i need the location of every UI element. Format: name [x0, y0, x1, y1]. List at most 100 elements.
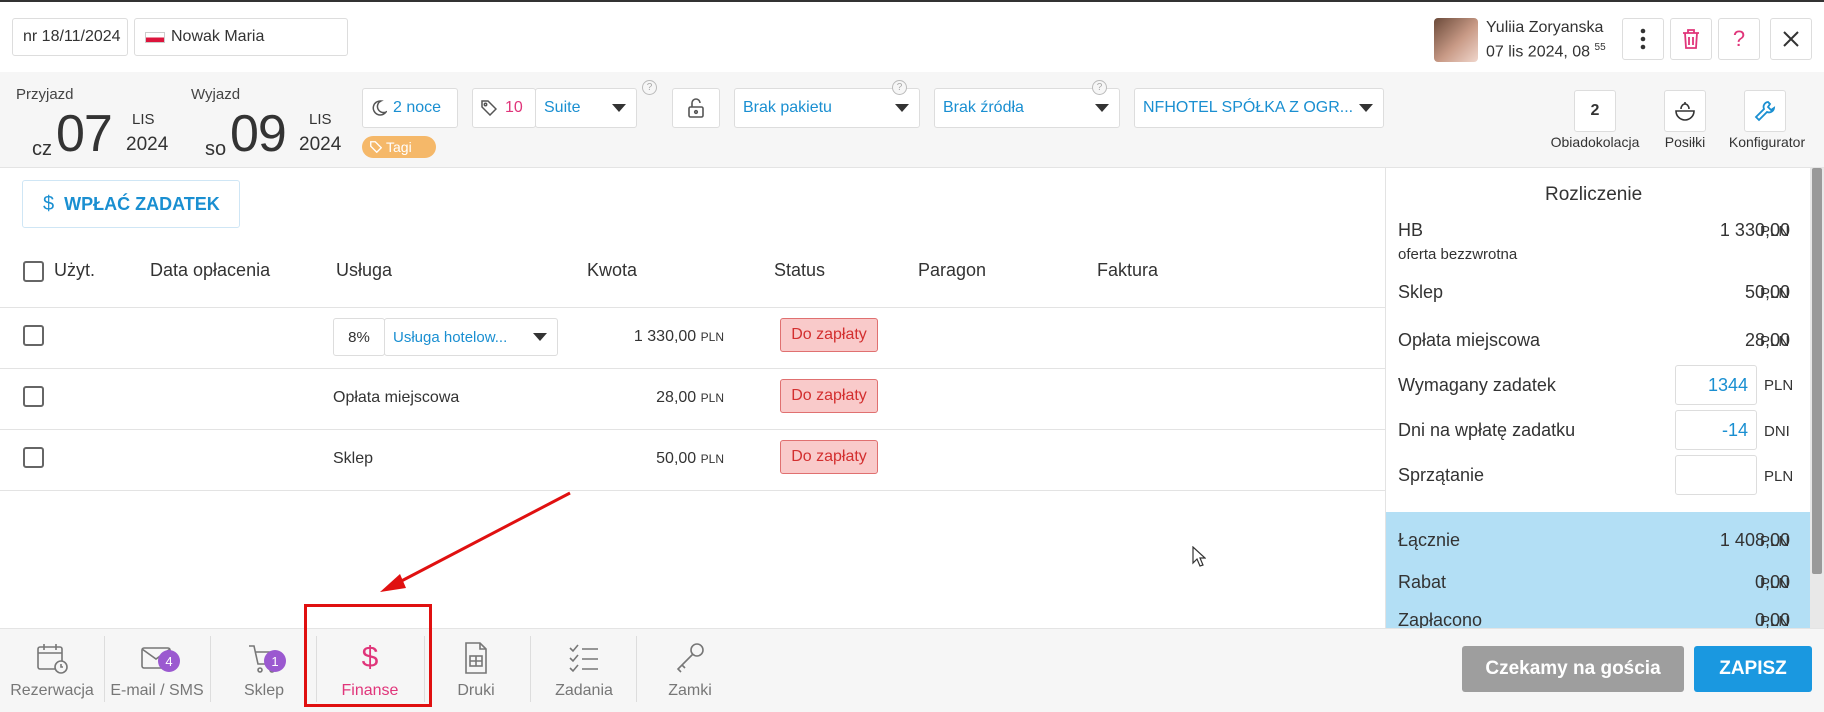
question-icon: ? — [1732, 26, 1746, 51]
dollar-icon: $ — [43, 192, 55, 215]
row-checkbox[interactable] — [23, 325, 44, 346]
tab-email-sms[interactable]: E-mail / SMS — [104, 636, 210, 706]
col-paid-date: Data opłacenia — [150, 260, 271, 280]
chevron-down-icon — [895, 104, 909, 112]
arrival-month: LIS — [132, 111, 155, 128]
scrollbar-thumb[interactable] — [1812, 168, 1822, 574]
arrival-label: Przyjazd — [16, 86, 74, 103]
guest-selector[interactable]: Nowak Maria — [134, 18, 348, 56]
cleaning-label: Sprzątanie — [1398, 465, 1485, 485]
room-number-box[interactable]: 10 — [472, 88, 536, 128]
arrival-year: 2024 — [126, 134, 169, 155]
cleaning-input[interactable] — [1675, 455, 1757, 495]
source-help-icon[interactable]: ? — [1092, 80, 1107, 95]
tab-locks[interactable]: Zamki — [638, 636, 742, 706]
col-status: Status — [774, 260, 826, 280]
tab-prints[interactable]: Druki — [424, 636, 528, 706]
status-badge: Do zapłaty — [780, 379, 878, 413]
company-select[interactable]: NFHOTEL SPÓŁKA Z OGR... — [1134, 88, 1384, 128]
arrival-day[interactable]: 07 — [56, 104, 113, 164]
konfigurator-button[interactable] — [1744, 90, 1786, 132]
tags-pill[interactable]: Tagi — [362, 136, 436, 158]
tags-label: Tagi — [386, 139, 412, 155]
col-invoice: Faktura — [1097, 260, 1159, 280]
discount-currency: PLN — [1760, 575, 1790, 592]
shop-currency: PLN — [1760, 285, 1790, 302]
obiadokolacja-button[interactable]: 2 — [1574, 90, 1616, 132]
tab-reservation[interactable]: Rezerwacja — [0, 636, 104, 706]
shop-badge: 1 — [264, 650, 286, 672]
deposit-input[interactable]: 1344 — [1675, 365, 1757, 405]
poland-flag-icon — [145, 31, 165, 43]
departure-label: Wyjazd — [191, 86, 241, 103]
tab-separator — [530, 636, 531, 702]
source-select[interactable]: Brak źródła — [934, 88, 1120, 128]
close-button[interactable] — [1770, 18, 1812, 60]
delete-button[interactable] — [1670, 18, 1712, 60]
annotation-highlight-box — [304, 604, 432, 707]
city-tax-currency: PLN — [1760, 333, 1790, 350]
room-type: Suite — [544, 99, 581, 116]
nights-box[interactable]: 2 noce — [362, 88, 458, 128]
save-button[interactable]: ZAPISZ — [1694, 646, 1812, 692]
chevron-down-icon — [1095, 104, 1109, 112]
select-all-checkbox[interactable] — [23, 261, 44, 282]
shop-label: Sklep — [1398, 282, 1444, 302]
tab-label: Zadania — [555, 682, 613, 699]
company-value: NFHOTEL SPÓŁKA Z OGR... — [1143, 99, 1354, 116]
status-badge: Do zapłaty — [780, 318, 878, 352]
waiting-for-guest-button[interactable]: Czekamy na gościa — [1462, 646, 1684, 692]
tab-label: Druki — [457, 682, 495, 699]
deposit-days-input[interactable]: -14 — [1675, 410, 1757, 450]
deposit-days-label: Dni na wpłatę zadatku — [1398, 420, 1576, 440]
col-amount: Kwota — [587, 260, 638, 280]
help-button[interactable]: ? — [1718, 18, 1760, 60]
email-badge: 4 — [158, 650, 180, 672]
lock-button[interactable] — [672, 88, 720, 128]
settlement-title: Rozliczenie — [1545, 184, 1643, 205]
deposit-label: Wymagany zadatek — [1398, 375, 1556, 395]
document-icon — [465, 642, 487, 674]
row-checkbox[interactable] — [23, 447, 44, 468]
source-value: Brak źródła — [943, 99, 1024, 116]
key-icon — [676, 643, 704, 673]
user-name: Yuliia Zoryanska — [1486, 18, 1604, 36]
total-currency: PLN — [1760, 533, 1790, 550]
checklist-icon — [569, 644, 598, 673]
chevron-down-icon — [612, 104, 626, 112]
service-select[interactable]: Usługa hotelow... — [384, 318, 558, 356]
tab-label: Zamki — [668, 682, 712, 699]
posilki-button[interactable] — [1664, 90, 1706, 132]
amount: 28,00 PLN — [656, 389, 724, 406]
room-type-select[interactable]: Suite — [535, 88, 637, 128]
service-name: Sklep — [333, 450, 374, 467]
tab-label: E-mail / SMS — [110, 682, 204, 699]
more-menu-button[interactable] — [1622, 18, 1664, 60]
vat-select[interactable]: 8% — [333, 318, 385, 356]
total-label: Łącznie — [1398, 530, 1461, 550]
close-icon — [1783, 31, 1799, 47]
package-select[interactable]: Brak pakietu — [734, 88, 920, 128]
tab-separator — [636, 636, 637, 702]
departure-year: 2024 — [299, 134, 342, 155]
row-checkbox[interactable] — [23, 386, 44, 407]
room-help-icon[interactable]: ? — [642, 80, 657, 95]
tag-icon — [370, 141, 382, 153]
hb-sub: oferta bezzwrotna — [1398, 246, 1518, 263]
amount: 1 330,00 PLN — [633, 328, 724, 345]
arrival-dow: cz — [32, 138, 52, 160]
unlock-icon — [688, 98, 704, 118]
tab-label: Sklep — [243, 682, 285, 699]
service-name: Opłata miejscowa — [333, 389, 460, 406]
avatar — [1434, 18, 1478, 62]
pay-deposit-button[interactable]: $ WPŁAĆ ZADATEK — [22, 180, 240, 228]
tab-shop[interactable]: Sklep — [212, 636, 316, 706]
tab-tasks[interactable]: Zadania — [532, 636, 636, 706]
package-help-icon[interactable]: ? — [892, 80, 907, 95]
departure-day[interactable]: 09 — [230, 104, 287, 164]
reservation-number-box[interactable]: nr 18/11/2024 — [12, 18, 128, 56]
nights-value: 2 noce — [393, 99, 442, 116]
vat-value: 8% — [348, 328, 370, 346]
cleaning-currency: PLN — [1764, 468, 1794, 485]
col-used: Użyt. — [54, 260, 96, 280]
